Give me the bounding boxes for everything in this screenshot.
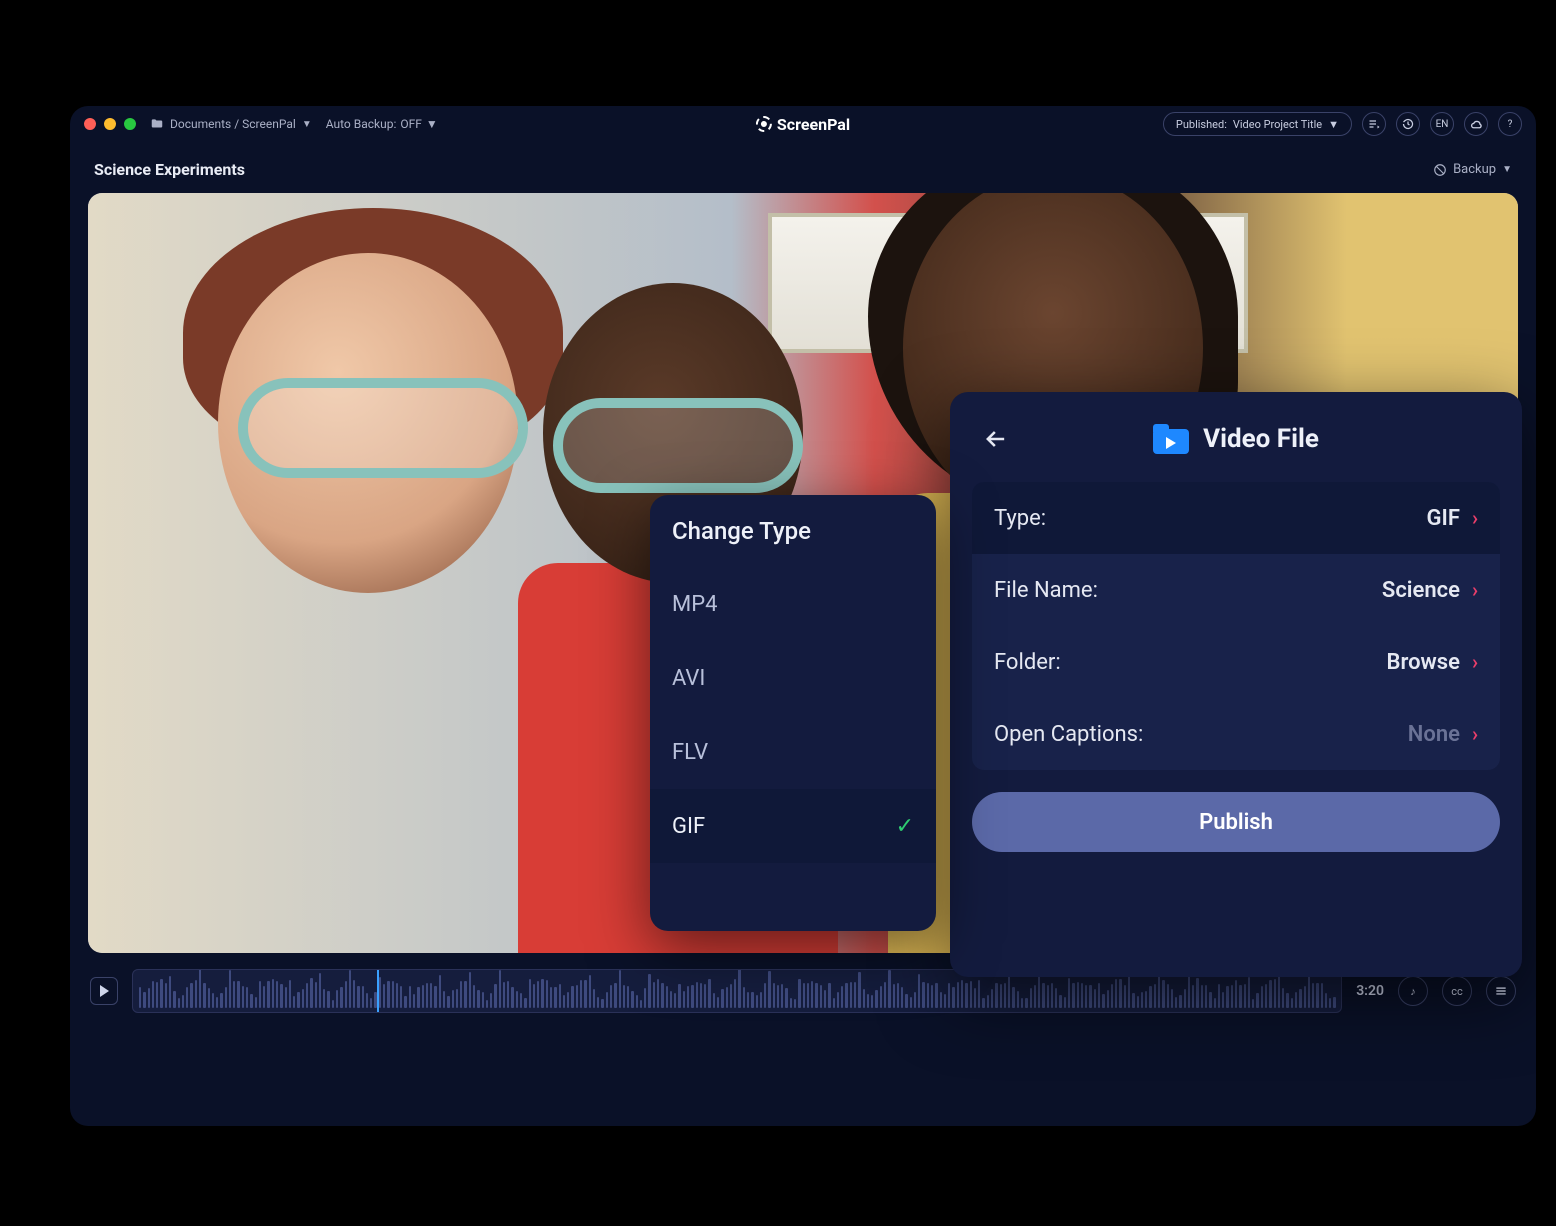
project-title: Science Experiments [94,160,245,179]
publish-label: Publish [1199,810,1273,835]
folder-value: Browse [1387,650,1460,675]
chevron-down-icon: ▼ [1502,164,1512,175]
change-type-option-avi[interactable]: AVI [650,641,936,715]
change-type-option-label: FLV [672,740,708,765]
check-icon: ✓ [896,814,914,839]
change-type-title: Change Type [650,517,936,567]
type-value: GIF [1427,506,1460,531]
auto-backup-label: Auto Backup: [326,117,397,131]
help-icon[interactable]: ? [1498,112,1522,136]
history-icon[interactable] [1396,112,1420,136]
cc-button[interactable]: cc [1442,976,1472,1006]
type-row[interactable]: Type: GIF › [972,482,1500,554]
folder-icon [150,117,164,131]
fullscreen-icon[interactable] [124,118,136,130]
change-type-option-flv[interactable]: FLV [650,715,936,789]
auto-backup-state: OFF [400,117,422,131]
duration-text: 3:20 [1356,983,1384,999]
breadcrumb[interactable]: Documents / ScreenPal ▼ [150,117,312,131]
type-label: Type: [994,506,1046,531]
back-button[interactable] [978,421,1014,457]
video-folder-icon [1153,424,1189,454]
auto-backup-toggle[interactable]: Auto Backup: OFF ▼ [326,117,438,131]
captions-label: Open Captions: [994,722,1143,747]
minimize-icon[interactable] [104,118,116,130]
close-icon[interactable] [84,118,96,130]
change-type-option-label: GIF [672,814,705,839]
logo-text: ScreenPal [777,115,850,134]
playhead-icon[interactable] [377,970,379,1012]
music-icon[interactable]: ♪ [1398,976,1428,1006]
no-backup-icon [1433,163,1447,177]
logo-icon [756,116,772,132]
captions-row[interactable]: Open Captions: None › [972,698,1500,770]
folder-label: Folder: [994,650,1061,675]
language-button[interactable]: EN [1430,112,1454,136]
change-type-option-gif[interactable]: GIF ✓ [650,789,936,863]
captions-value: None [1408,722,1460,747]
chevron-right-icon: › [1472,722,1478,746]
video-file-panel: Video File Type: GIF › File Name: Scienc… [950,392,1522,977]
filename-row[interactable]: File Name: Science › [972,554,1500,626]
chevron-right-icon: › [1472,650,1478,674]
breadcrumb-text: Documents / ScreenPal [170,117,296,131]
project-header: Science Experiments Backup ▼ [70,142,1536,193]
window-traffic-lights[interactable] [84,118,136,130]
change-type-option-label: MP4 [672,592,717,617]
filename-value: Science [1382,578,1460,603]
arrow-left-icon [982,425,1010,453]
publish-button[interactable]: Publish [972,792,1500,852]
change-type-popover: Change Type MP4 AVI FLV GIF ✓ [650,495,936,931]
window-topbar: Documents / ScreenPal ▼ Auto Backup: OFF… [70,106,1536,142]
chevron-down-icon: ▼ [426,117,438,131]
publish-status-dropdown[interactable]: Published: Video Project Title ▼ [1163,112,1352,136]
panel-title: Video File [1203,424,1319,454]
chevron-down-icon: ▼ [1328,118,1339,131]
chevron-down-icon: ▼ [302,119,312,130]
play-button[interactable] [90,977,118,1005]
app-logo: ScreenPal [756,115,850,134]
playlist-icon[interactable] [1362,112,1386,136]
publish-badge-value: Video Project Title [1233,118,1322,131]
backup-button[interactable]: Backup ▼ [1433,162,1512,177]
change-type-option-label: AVI [672,666,705,691]
folder-row[interactable]: Folder: Browse › [972,626,1500,698]
filename-label: File Name: [994,578,1098,603]
menu-icon[interactable] [1486,976,1516,1006]
chevron-right-icon: › [1472,506,1478,530]
publish-badge-label: Published: [1176,118,1227,131]
change-type-option-mp4[interactable]: MP4 [650,567,936,641]
chevron-right-icon: › [1472,578,1478,602]
backup-label: Backup [1453,162,1496,177]
cloud-icon[interactable] [1464,112,1488,136]
